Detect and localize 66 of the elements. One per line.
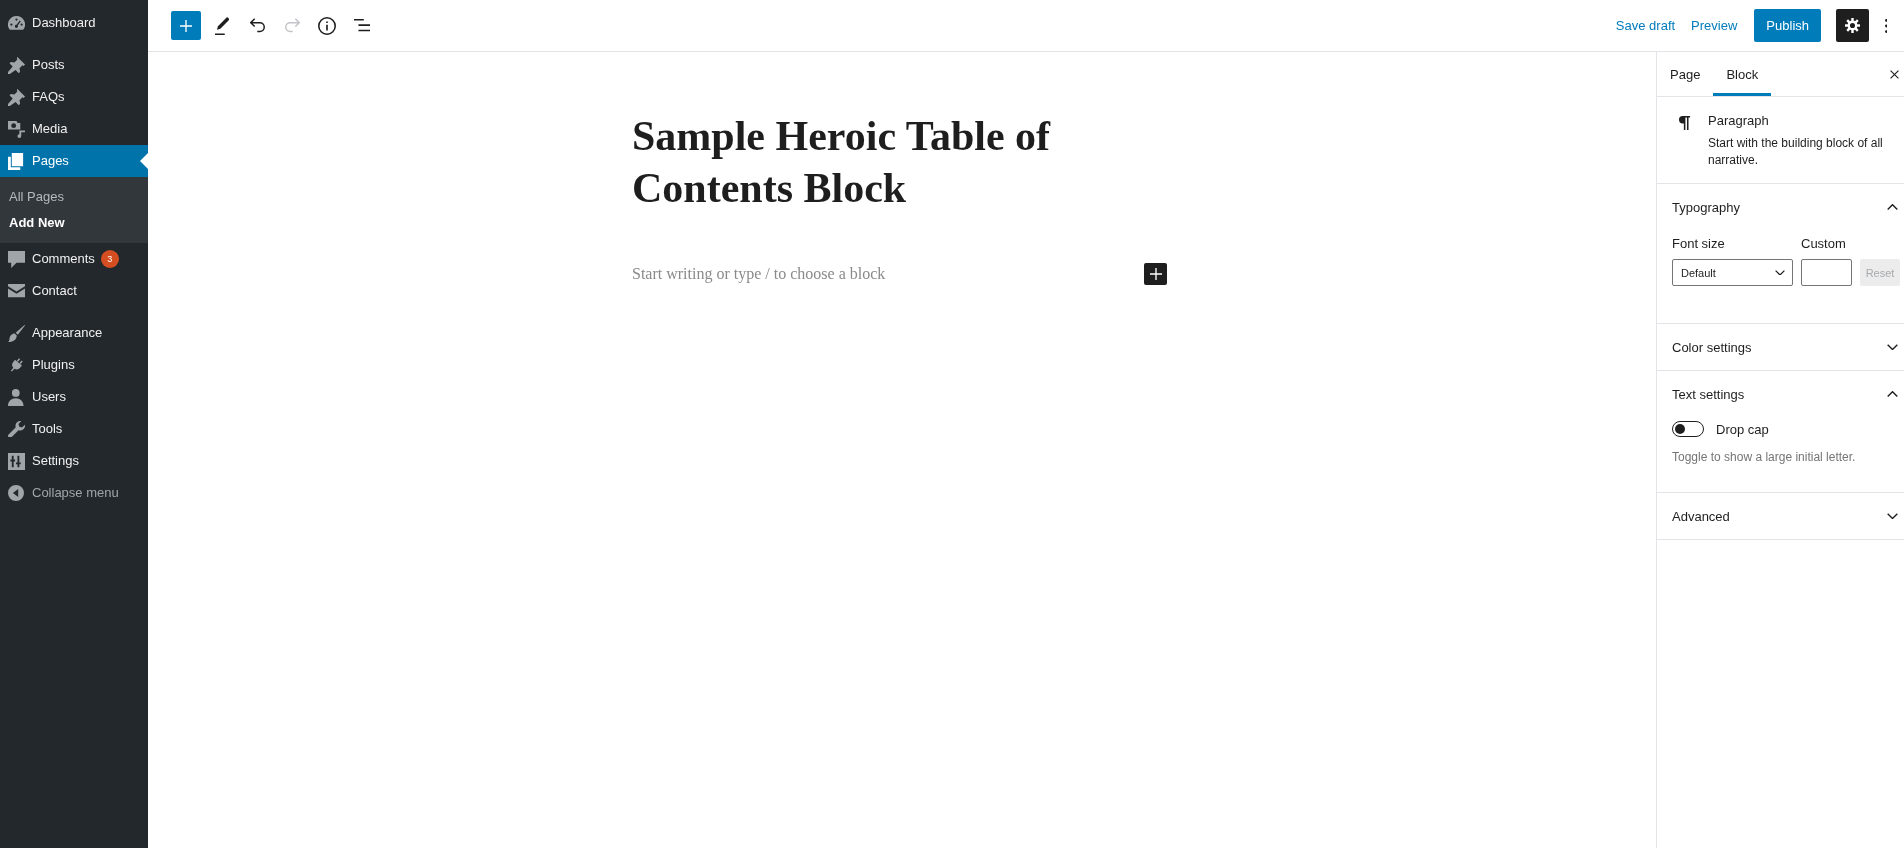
menu-item[interactable]: Appearance bbox=[0, 317, 148, 349]
sliders-icon bbox=[7, 452, 25, 470]
panel-toggle[interactable]: Typography bbox=[1657, 184, 1904, 230]
save-draft-button[interactable]: Save draft bbox=[1607, 9, 1684, 42]
toggle-label: Drop cap bbox=[1716, 421, 1769, 437]
menu-item[interactable]: Contact bbox=[0, 275, 148, 307]
count-badge: 3 bbox=[100, 250, 119, 268]
more-vertical-icon bbox=[1884, 18, 1888, 33]
info-icon bbox=[318, 16, 336, 35]
toggle-switch[interactable] bbox=[1672, 421, 1704, 437]
chevron-up-icon bbox=[1887, 390, 1898, 398]
post-title[interactable]: Sample Heroic Table of Contents Block bbox=[632, 110, 1082, 214]
pages-icon bbox=[8, 152, 24, 170]
custom-size-input[interactable] bbox=[1801, 259, 1852, 286]
help-text: Toggle to show a large initial letter. bbox=[1672, 449, 1856, 465]
menu-item[interactable]: Users bbox=[0, 381, 148, 413]
menu-item[interactable]: Media bbox=[0, 113, 148, 145]
circle-arrow-left-icon bbox=[8, 485, 24, 501]
settings-button[interactable] bbox=[1836, 9, 1869, 42]
panel-toggle[interactable]: Color settings bbox=[1657, 324, 1904, 370]
font-size-select[interactable]: Default bbox=[1672, 259, 1793, 286]
pushpin-icon bbox=[7, 56, 25, 74]
user-icon bbox=[8, 388, 24, 406]
pilcrow-icon bbox=[1679, 116, 1691, 130]
publish-button[interactable]: Publish bbox=[1754, 9, 1821, 42]
tab[interactable]: Block bbox=[1713, 52, 1772, 96]
gauge-icon bbox=[7, 16, 25, 30]
undo-icon bbox=[249, 18, 265, 33]
field-label: Custom bbox=[1801, 236, 1846, 252]
list-icon bbox=[354, 19, 370, 32]
plus-icon bbox=[1149, 268, 1162, 280]
plus-icon bbox=[180, 19, 192, 32]
panel-toggle[interactable]: Advanced bbox=[1657, 493, 1904, 539]
chevron-up-icon bbox=[1887, 203, 1898, 211]
add-block-button[interactable] bbox=[1144, 263, 1167, 285]
collapse-menu-button[interactable]: Collapse menu bbox=[0, 477, 125, 509]
chevron-down-icon bbox=[1887, 343, 1898, 351]
speech-bubble-icon bbox=[7, 250, 25, 268]
chevron-down-icon bbox=[1775, 269, 1785, 276]
block-description: Start with the building block of all narrative. bbox=[1708, 135, 1884, 169]
paintbrush-icon bbox=[7, 324, 25, 342]
pencil-icon bbox=[214, 16, 230, 35]
menu-item[interactable]: Comments bbox=[0, 243, 95, 275]
block-title: Paragraph bbox=[1708, 113, 1769, 129]
menu-item[interactable]: Pages bbox=[0, 145, 148, 177]
panel-toggle[interactable]: Text settings bbox=[1657, 371, 1904, 417]
menu-item[interactable]: Posts bbox=[0, 49, 148, 81]
menu-item[interactable]: Dashboard bbox=[0, 7, 148, 39]
wrench-icon bbox=[7, 420, 25, 438]
submenu-item[interactable]: Add New bbox=[0, 210, 148, 236]
menu-item[interactable]: Plugins bbox=[0, 349, 148, 381]
tab[interactable]: Page bbox=[1657, 52, 1714, 96]
settings-icon bbox=[1845, 18, 1860, 33]
camera-note-icon bbox=[7, 120, 25, 138]
close-icon bbox=[1889, 69, 1899, 79]
redo-icon bbox=[284, 18, 300, 33]
menu-item[interactable]: Tools bbox=[0, 413, 148, 445]
pushpin-icon bbox=[7, 88, 25, 106]
chevron-down-icon bbox=[1887, 512, 1898, 520]
paragraph-placeholder[interactable]: Start writing or type / to choose a block bbox=[632, 262, 886, 286]
field-label: Font size bbox=[1672, 236, 1725, 252]
menu-item[interactable]: Settings bbox=[0, 445, 148, 477]
menu-item[interactable]: FAQs bbox=[0, 81, 148, 113]
submenu-item[interactable]: All Pages bbox=[0, 184, 148, 210]
preview-button[interactable]: Preview bbox=[1683, 9, 1746, 42]
envelope-icon bbox=[7, 284, 25, 298]
